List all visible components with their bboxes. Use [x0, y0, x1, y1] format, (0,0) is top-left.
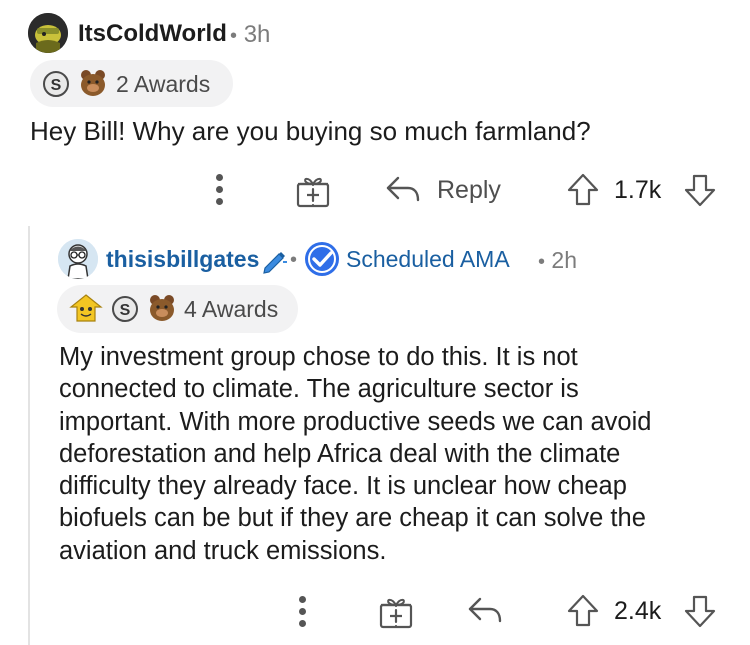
comment-body-line: biofuels can be but if they are cheap it… — [59, 504, 646, 533]
meta-separator: • — [290, 249, 298, 271]
comment-body-line: aviation and truck emissions. — [59, 536, 387, 565]
downvote-icon[interactable] — [683, 172, 717, 208]
silver-award-icon: S — [43, 71, 69, 97]
meta-separator: • — [538, 251, 546, 273]
avatar-image — [28, 13, 68, 53]
comment-timestamp: • 2h — [538, 247, 577, 274]
reply-arrow-icon[interactable] — [468, 597, 504, 625]
more-options-icon[interactable] — [299, 596, 307, 632]
awards-count: 4 Awards — [184, 296, 279, 322]
comment-body-line: important. With more productive seeds we… — [59, 407, 652, 436]
reply-button[interactable]: Reply — [437, 176, 501, 205]
awards-pill[interactable]: S 4 Awards — [57, 285, 298, 333]
comment-author[interactable]: ItsColdWorld — [78, 20, 227, 48]
bear-award-icon — [150, 295, 174, 321]
username[interactable]: ItsColdWorld — [78, 20, 227, 47]
upvote-icon[interactable] — [566, 593, 600, 629]
gift-award-icon[interactable] — [294, 172, 332, 210]
gift-award-icon[interactable] — [377, 593, 415, 631]
time-ago: 3h — [243, 21, 271, 48]
comment-body-line: My investment group chose to do this. It… — [59, 343, 578, 371]
comment-body: My investment group chose to do this. It… — [59, 341, 729, 567]
meta-separator: • — [230, 25, 238, 47]
reply-arrow-icon[interactable] — [386, 176, 422, 204]
comment-body-line: difficulty they already face. It is uncl… — [59, 472, 627, 501]
comment-body-line: deforestation and help Africa deal with … — [59, 439, 621, 468]
avatar-image — [58, 239, 98, 279]
comment-timestamp: • 3h — [230, 21, 270, 49]
svg-text:S: S — [51, 77, 62, 94]
vote-score: 1.7k — [614, 176, 662, 204]
time-ago: 2h — [551, 247, 577, 273]
comment-body-line: connected to climate. The agriculture se… — [59, 375, 579, 404]
awards-pill[interactable]: S 2 Awards — [30, 60, 233, 107]
upvote-icon[interactable] — [566, 172, 600, 208]
helpful-award-icon — [69, 294, 103, 322]
bear-award-icon — [81, 70, 105, 96]
username[interactable]: thisisbillgates — [106, 246, 259, 272]
pencil-icon — [263, 252, 287, 274]
comment-author[interactable]: thisisbillgates — [106, 246, 259, 273]
awards-count: 2 Awards — [116, 71, 211, 97]
vote-score: 2.4k — [614, 597, 662, 625]
svg-text:S: S — [120, 302, 131, 319]
comment-body: Hey Bill! Why are you buying so much far… — [30, 116, 591, 146]
avatar-itscoldworld[interactable] — [28, 13, 68, 53]
avatar-thisisbillgates[interactable] — [58, 239, 98, 279]
silver-award-icon: S — [112, 296, 138, 322]
user-flair[interactable]: Scheduled AMA — [346, 246, 510, 273]
more-options-icon[interactable] — [216, 174, 224, 210]
verified-check-icon — [305, 242, 339, 276]
downvote-icon[interactable] — [683, 593, 717, 629]
thread-collapse-line[interactable] — [28, 226, 30, 645]
